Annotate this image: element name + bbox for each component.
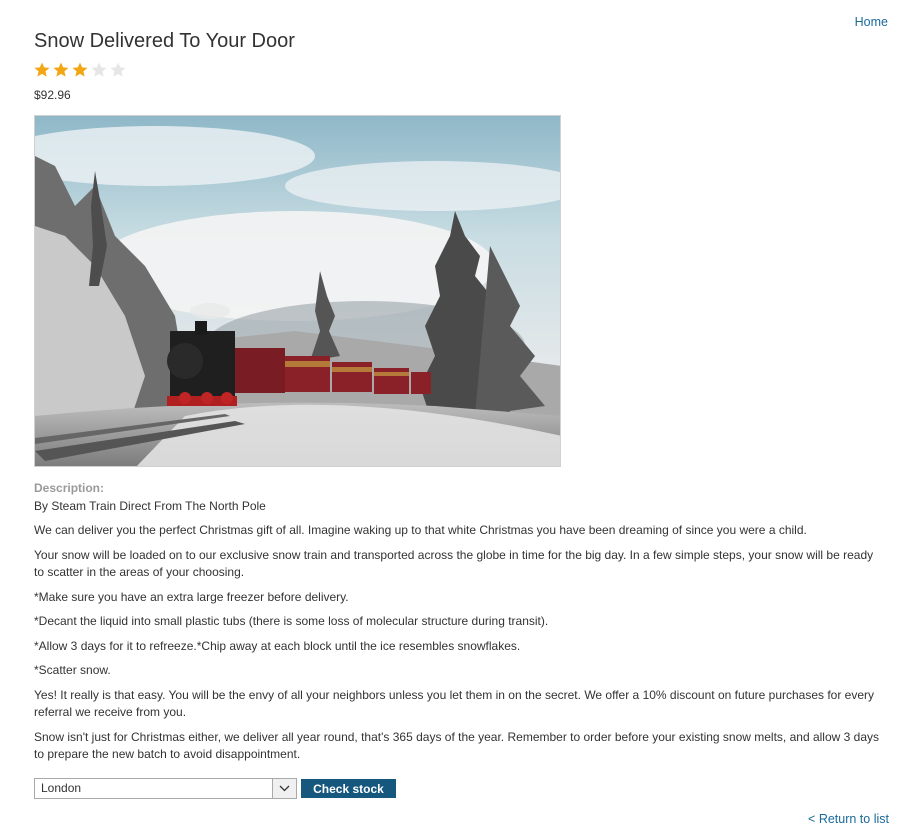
product-title: Snow Delivered To Your Door: [34, 30, 295, 52]
description-paragraph: *Scatter snow.: [34, 663, 111, 677]
star-rating: [33, 61, 127, 79]
product-description: Description: By Steam Train Direct From …: [34, 481, 884, 764]
description-paragraph: *Decant the liquid into small plastic tu…: [34, 614, 549, 628]
star-icon: [91, 62, 107, 77]
product-price: $92.96: [34, 88, 71, 102]
star-icon: [53, 62, 69, 77]
star-icon: [34, 62, 50, 77]
description-paragraph: We can deliver you the perfect Christmas…: [34, 523, 807, 537]
star-icon: [110, 62, 126, 77]
return-to-list-link[interactable]: < Return to list: [808, 812, 889, 826]
description-label: Description:: [34, 481, 105, 495]
stock-check-form: London Check stock: [34, 778, 396, 799]
product-image: [34, 115, 561, 467]
description-subtitle: By Steam Train Direct From The North Pol…: [34, 499, 266, 513]
description-paragraph: Snow isn't just for Christmas either, we…: [34, 729, 879, 762]
description-paragraph: Yes! It really is that easy. You will be…: [34, 687, 875, 720]
description-paragraph: *Make sure you have an extra large freez…: [34, 589, 349, 604]
chevron-down-icon[interactable]: [272, 778, 297, 799]
star-icon: [72, 62, 88, 77]
description-paragraph: *Allow 3 days for it to refreeze.*Chip a…: [34, 638, 521, 653]
description-paragraph: Your snow will be loaded on to our exclu…: [34, 547, 874, 580]
home-link[interactable]: Home: [855, 15, 888, 29]
city-select[interactable]: London: [34, 778, 272, 799]
check-stock-button[interactable]: Check stock: [301, 779, 396, 798]
